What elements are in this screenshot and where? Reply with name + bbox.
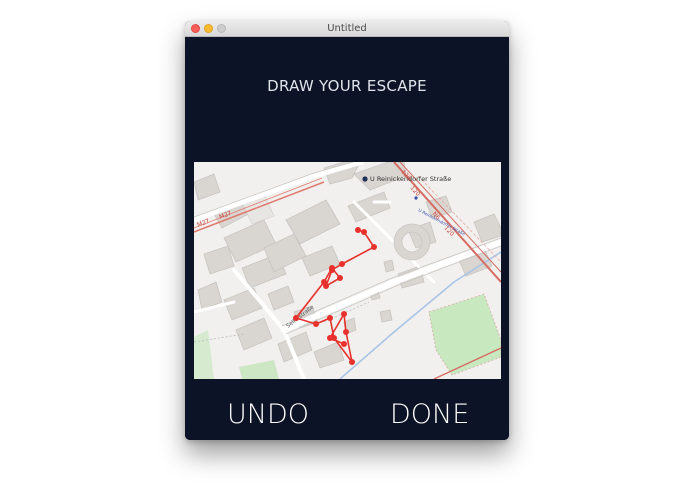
station-marker-icon xyxy=(362,176,368,182)
screen-heading: DRAW YOUR ESCAPE xyxy=(267,77,427,95)
escape-route-point[interactable] xyxy=(321,279,327,285)
escape-route-point[interactable] xyxy=(355,227,361,233)
window-title: Untitled xyxy=(327,23,367,34)
title-bar: Untitled xyxy=(185,21,509,37)
done-button[interactable]: DONE xyxy=(390,397,469,433)
escape-route-point[interactable] xyxy=(329,265,335,271)
escape-route-point[interactable] xyxy=(339,261,345,267)
escape-route-point[interactable] xyxy=(337,275,343,281)
app-window: Untitled DRAW YOUR ESCAPE U Reinickendor… xyxy=(185,21,509,440)
escape-route-point[interactable] xyxy=(327,315,333,321)
escape-route-point[interactable] xyxy=(341,341,347,347)
escape-route-point[interactable] xyxy=(361,229,367,235)
escape-route-point[interactable] xyxy=(293,315,299,321)
escape-route-point[interactable] xyxy=(341,311,347,317)
undo-button[interactable]: UNDO xyxy=(227,397,309,433)
escape-route-point[interactable] xyxy=(343,329,349,335)
escape-route-point[interactable] xyxy=(327,335,333,341)
escape-route-point[interactable] xyxy=(371,244,377,250)
map-canvas: U Reinickendorfer Straße U Reinickendorf… xyxy=(194,162,501,379)
map-drawing-area[interactable]: U Reinickendorfer Straße U Reinickendorf… xyxy=(194,162,501,379)
escape-route-point[interactable] xyxy=(313,321,319,327)
main-content: DRAW YOUR ESCAPE U Reinickendorfer Straß… xyxy=(185,37,509,440)
escape-route-point[interactable] xyxy=(349,359,355,365)
